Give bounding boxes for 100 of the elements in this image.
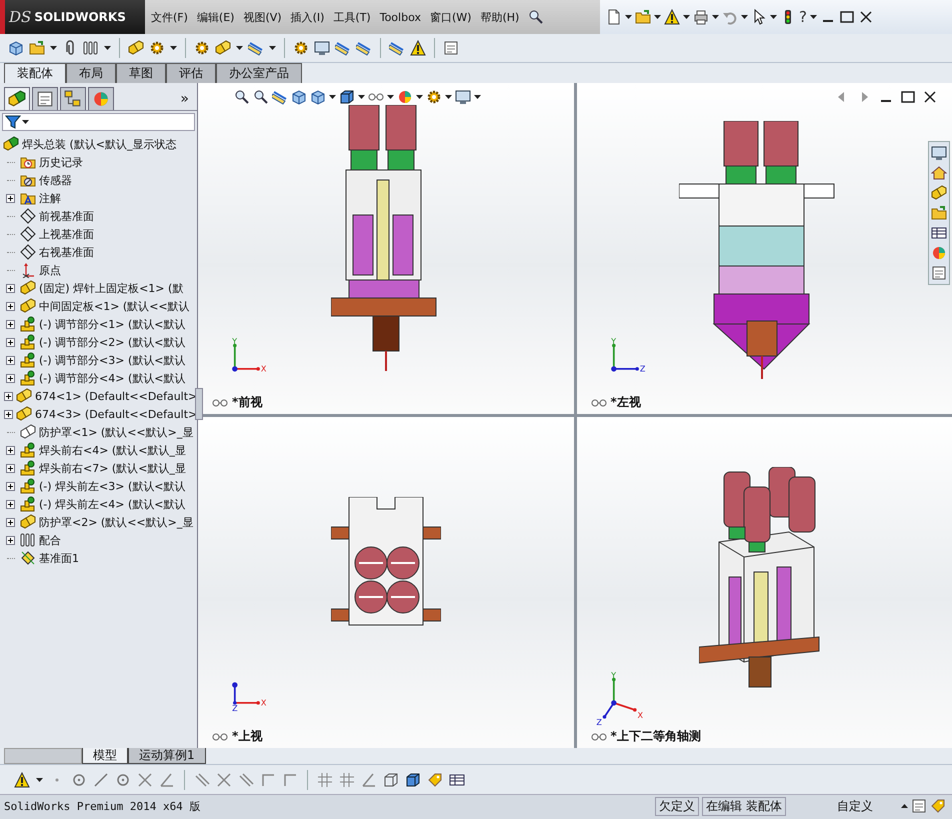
caret-icon[interactable] [712,15,719,19]
line-icon[interactable] [93,772,109,788]
tree-item[interactable]: 焊头前右<7> (默认<默认_显 [39,460,186,476]
tree-item[interactable]: 基准面1 [39,550,79,566]
folder-icon[interactable] [635,9,651,25]
caret-icon[interactable] [104,46,111,50]
tree-item[interactable]: 防护罩<2> (默认<<默认>_显 [39,514,194,530]
home-icon[interactable] [931,165,947,181]
model-tab[interactable]: 模型 [82,748,128,764]
table-icon[interactable] [449,772,465,788]
command-tab[interactable]: 草图 [116,63,166,83]
expand-button[interactable] [4,410,13,418]
angle-icon[interactable] [159,772,175,788]
appearance-tab[interactable] [88,87,114,110]
monitor-icon[interactable] [931,145,947,161]
tree-item[interactable]: 右视基准面 [39,244,94,260]
caret-icon[interactable] [269,46,276,50]
caret-icon[interactable] [170,46,177,50]
expand-button[interactable] [6,464,15,472]
expand-button[interactable] [6,482,15,490]
expand-button[interactable] [6,536,15,544]
command-tab[interactable]: 装配体 [4,63,66,83]
circle-icon[interactable] [71,772,87,788]
expand-button[interactable] [6,356,15,364]
expand-button[interactable] [6,374,15,382]
filter-field[interactable] [2,113,195,131]
trim-icon[interactable] [216,772,232,788]
menu-item[interactable]: 视图(V) [243,10,282,24]
corner-icon[interactable] [260,772,276,788]
more-button[interactable]: » [180,90,193,106]
caret-icon[interactable] [36,778,43,782]
maximize-icon[interactable] [838,9,855,25]
scene-icon[interactable] [426,89,442,105]
graphics-viewport[interactable]: Y Z *左视 [576,83,952,414]
tree-item[interactable]: 焊头前右<4> (默认<默认_显 [39,442,186,458]
tree-item[interactable]: 前视基准面 [39,208,94,224]
caret-icon[interactable] [236,46,243,50]
component-icon[interactable] [8,40,24,56]
shaded-box-icon[interactable] [405,772,421,788]
property-tab[interactable] [32,87,58,110]
expand-button[interactable] [6,320,15,328]
close-icon[interactable] [922,89,938,105]
tree-item[interactable]: (-) 焊头前左<3> (默认<默认 [39,478,186,494]
caret-icon[interactable] [50,46,57,50]
caret-icon[interactable] [770,15,777,19]
tree-item[interactable]: 注解 [39,190,61,206]
expand-button[interactable] [6,194,15,202]
warning-icon[interactable] [14,772,30,788]
gear-icon[interactable] [194,40,210,56]
tree-item[interactable]: (固定) 焊针上固定板<1> (默 [39,280,184,296]
expand-button[interactable] [6,284,15,292]
command-tab[interactable]: 布局 [66,63,116,83]
display-style-icon[interactable] [339,89,355,105]
zoom-area-icon[interactable] [253,89,269,105]
model-tab[interactable]: 运动算例1 [128,748,206,764]
caret-icon[interactable] [416,95,423,99]
search-icon[interactable] [528,9,544,25]
ruler-icon[interactable] [389,40,405,56]
tree-item[interactable]: 中间固定板<1> (默认<<默认 [39,298,190,314]
caret-icon[interactable] [387,95,394,99]
caret-icon[interactable] [445,95,452,99]
caret-icon[interactable] [741,15,748,19]
folder-icon[interactable] [931,205,947,221]
menu-item[interactable]: 文件(F) [151,10,188,24]
angle-icon[interactable] [361,772,377,788]
table-icon[interactable] [931,225,947,241]
tree-item[interactable]: 674<1> (Default<<Default> [35,390,198,402]
command-tab[interactable]: 办公室产品 [216,63,302,83]
tree-item[interactable]: 历史记录 [39,154,83,170]
blocks-icon[interactable] [215,40,231,56]
expand-button[interactable] [6,518,15,526]
caret-icon[interactable] [683,15,690,19]
graphics-viewport[interactable]: Y X *前视 [198,83,574,414]
feature-tree-tab[interactable] [4,87,30,110]
tree-item[interactable]: 674<3> (Default<<Default> [35,408,198,420]
tag-icon[interactable] [427,772,443,788]
ruler-icon[interactable] [335,40,351,56]
gear-icon[interactable] [293,40,309,56]
tree-item[interactable]: 焊头总装 (默认<默认_显示状态 [22,136,177,152]
document-icon[interactable] [931,265,947,281]
ruler-icon[interactable] [248,40,264,56]
offset-icon[interactable] [238,772,254,788]
expand-button[interactable] [6,500,15,508]
units-button[interactable]: 自定义 [812,798,898,814]
expand-button[interactable] [6,338,15,346]
sphere-icon[interactable] [397,89,413,105]
help-button[interactable]: ? [799,8,807,26]
graphics-viewport[interactable]: Y X Z *上下二等角轴测 [576,417,952,748]
command-tab[interactable]: 评估 [166,63,216,83]
tree-item[interactable]: 原点 [39,262,61,278]
panel-collapse-handle[interactable] [195,388,203,420]
printer-icon[interactable] [693,9,709,25]
caret-up-icon[interactable] [901,804,908,808]
menu-item[interactable]: 工具(T) [333,10,371,24]
tree-item[interactable]: 传感器 [39,172,72,188]
wireframe-box-icon[interactable] [383,772,399,788]
blocks-icon[interactable] [128,40,144,56]
warning-icon[interactable] [410,40,426,56]
tree-item[interactable]: (-) 调节部分<1> (默认<默认 [39,316,186,332]
expand-button[interactable] [4,392,13,400]
